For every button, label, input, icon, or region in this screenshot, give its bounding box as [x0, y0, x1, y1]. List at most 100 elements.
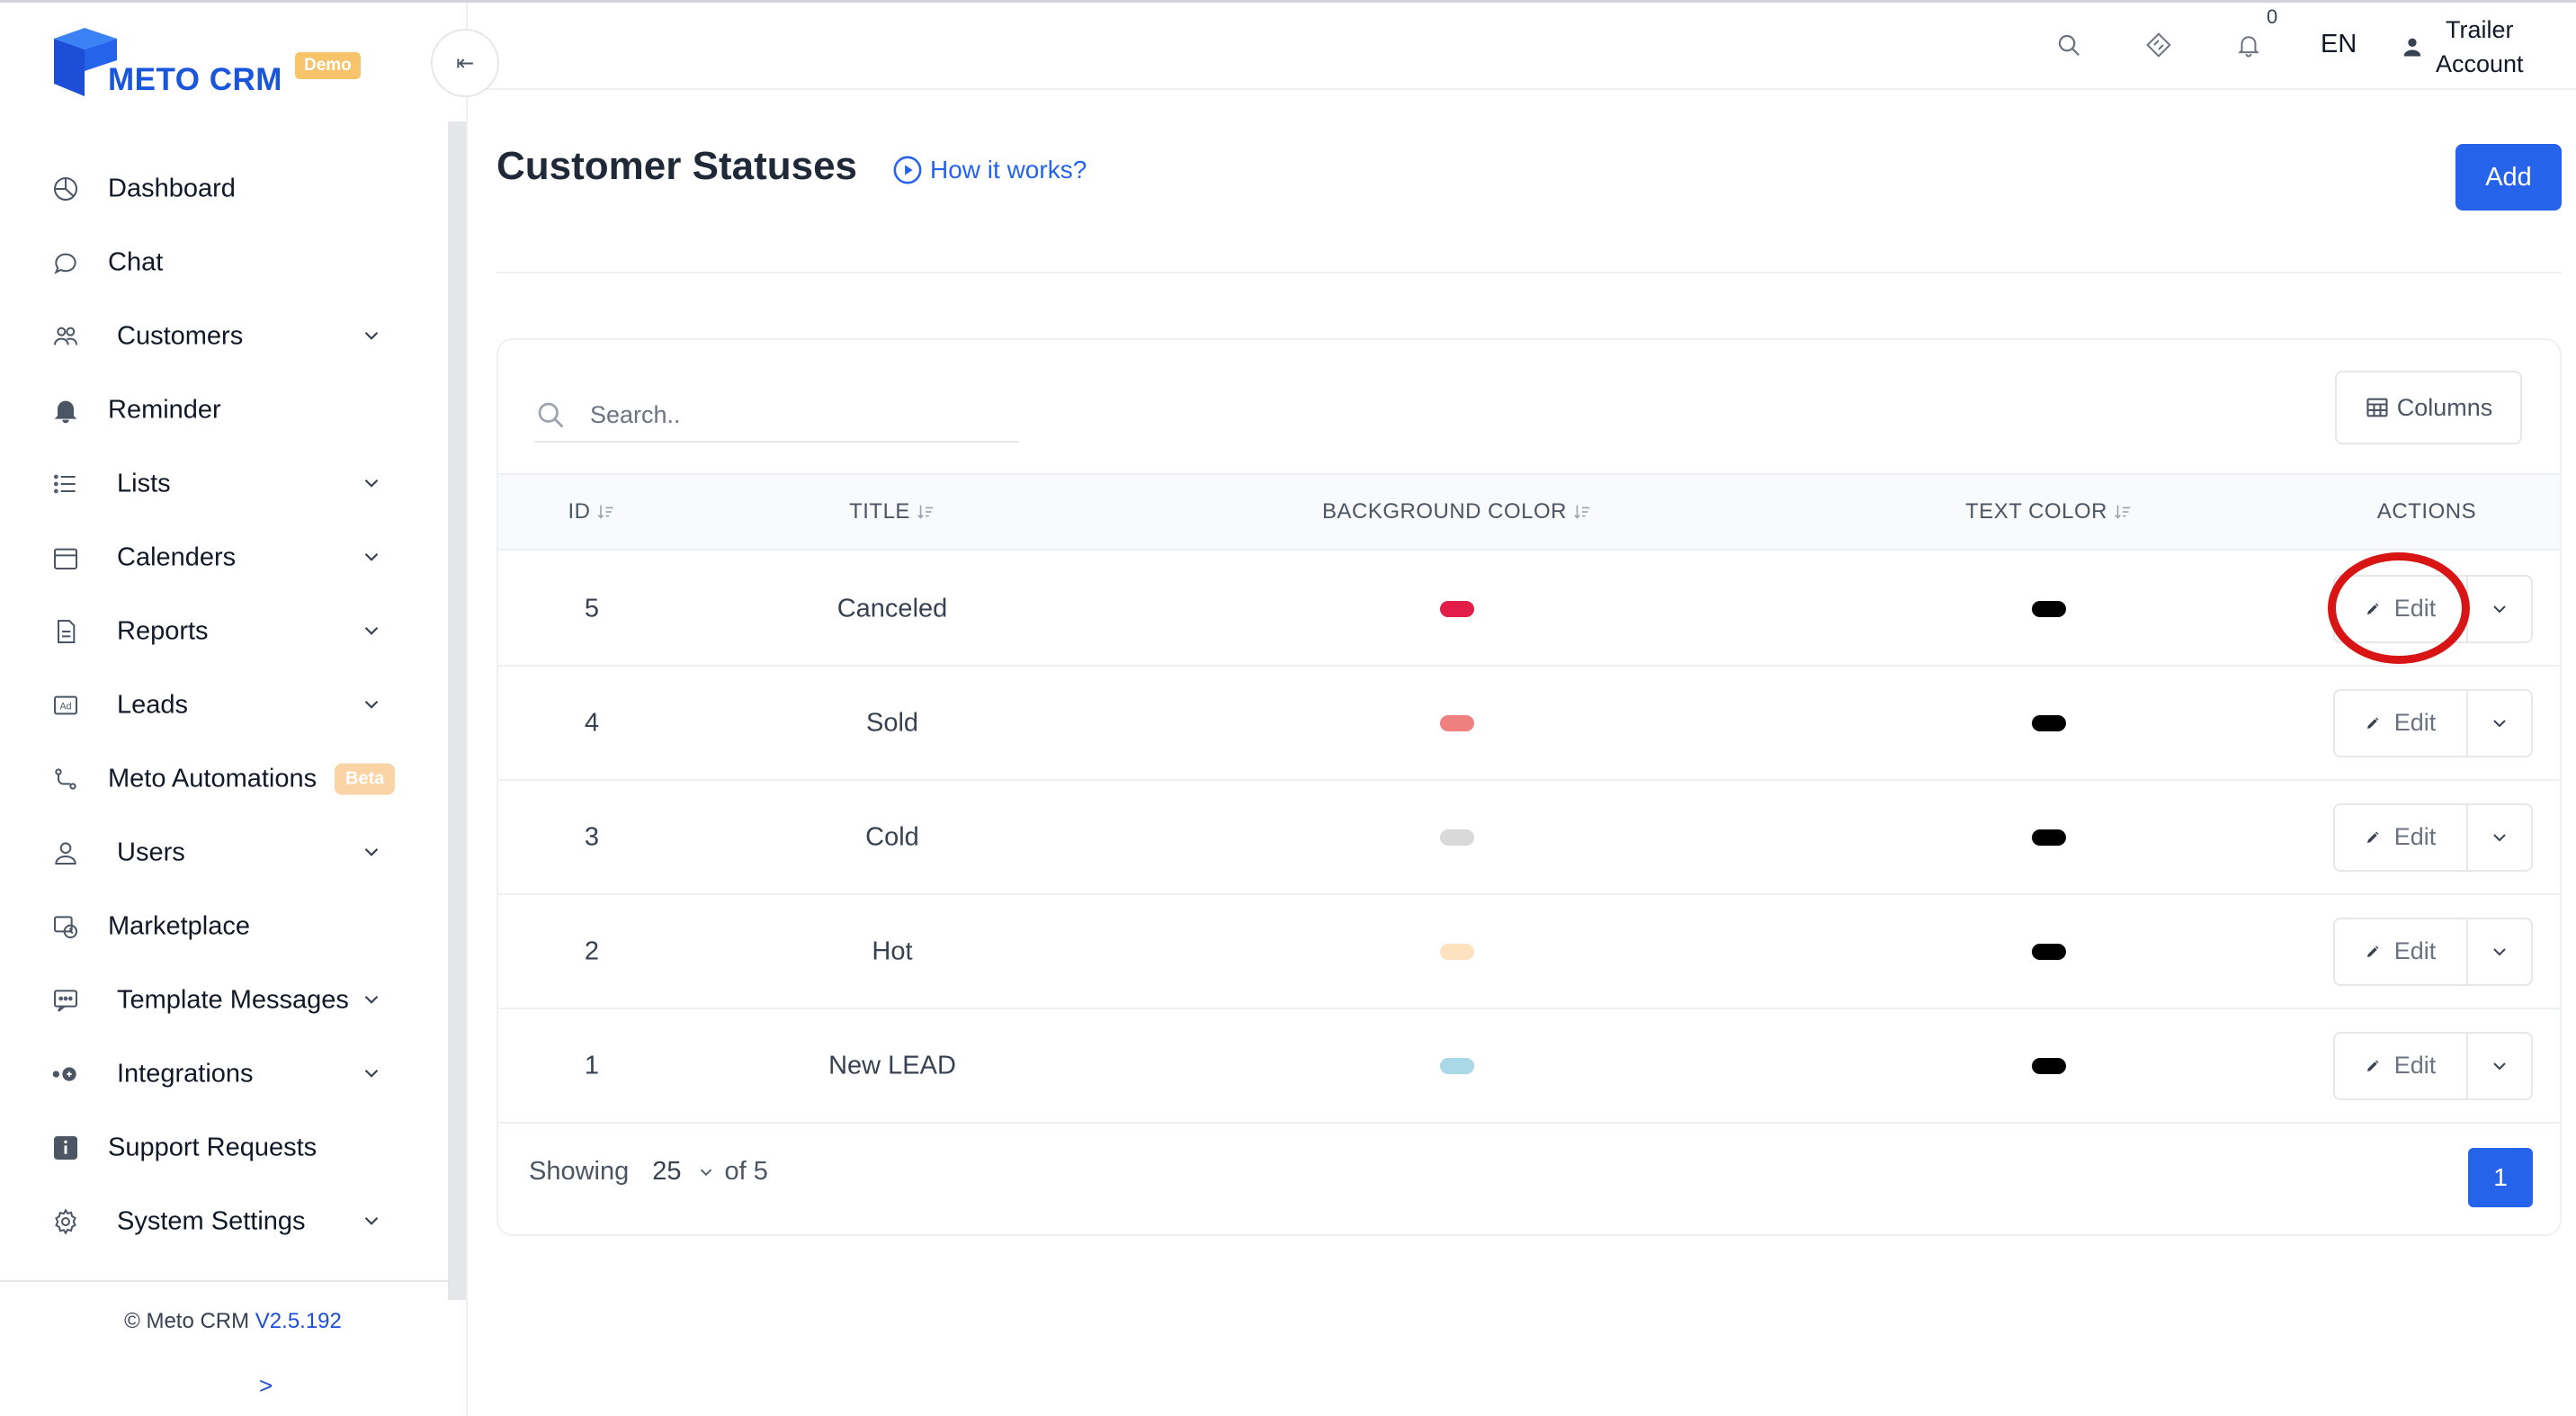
- columns-label: Columns: [2396, 393, 2493, 421]
- background-color-swatch: [1440, 600, 1474, 617]
- column-header-id[interactable]: ID: [568, 499, 616, 524]
- chevron-down-icon[interactable]: [360, 988, 385, 1013]
- sidebar-item-calenders[interactable]: Calenders: [0, 521, 423, 595]
- sidebar-expand-arrow[interactable]: >: [259, 1372, 273, 1400]
- account-name: Trailer Account: [2436, 13, 2524, 81]
- version-link[interactable]: V2.5.192: [255, 1309, 342, 1333]
- sidebar-item-label: Lists: [117, 469, 171, 498]
- total-count-label: of 5: [724, 1157, 768, 1186]
- edit-button[interactable]: Edit: [2335, 690, 2468, 756]
- how-it-works-link[interactable]: How it works?: [892, 155, 1087, 185]
- chevron-down-icon: [2493, 1062, 2506, 1070]
- sidebar-item-system-settings[interactable]: System Settings: [0, 1185, 423, 1259]
- cell-title: Canceled: [836, 594, 948, 623]
- chevron-down-icon[interactable]: [360, 619, 385, 644]
- text-color-swatch: [2032, 943, 2066, 960]
- text-color-swatch: [2032, 829, 2066, 846]
- collapse-sidebar-button[interactable]: ⇤: [431, 29, 499, 97]
- edit-button[interactable]: Edit: [2335, 804, 2468, 870]
- columns-button[interactable]: Columns: [2335, 371, 2522, 444]
- text-color-swatch: [2032, 714, 2066, 731]
- statuses-table-card: Columns ID TITLE BACKGROUND COLOR TEXT C…: [496, 338, 2562, 1236]
- background-color-swatch: [1440, 943, 1474, 960]
- actions-dropdown-toggle[interactable]: [2468, 1034, 2531, 1098]
- edit-label: Edit: [2393, 1052, 2437, 1079]
- sidebar-item-template-messages[interactable]: Template Messages: [0, 963, 423, 1037]
- sidebar-item-integrations[interactable]: Integrations: [0, 1037, 423, 1111]
- actions-dropdown-toggle[interactable]: [2468, 691, 2531, 756]
- sidebar-item-label: Users: [117, 838, 185, 867]
- row-actions: Edit: [2333, 917, 2533, 986]
- chevron-down-icon[interactable]: [360, 693, 385, 718]
- edit-button[interactable]: Edit: [2335, 1033, 2468, 1098]
- actions-dropdown-toggle[interactable]: [2468, 919, 2531, 984]
- chevron-down-icon[interactable]: [360, 471, 385, 497]
- header-divider: [468, 88, 2576, 90]
- background-color-swatch: [1440, 829, 1474, 846]
- search-input[interactable]: [590, 400, 986, 429]
- table-search: [534, 389, 1018, 443]
- sidebar-item-users[interactable]: Users: [0, 816, 423, 890]
- demo-badge: Demo: [295, 52, 361, 79]
- column-header-text-color[interactable]: TEXT COLOR: [1965, 499, 2133, 524]
- table-header: ID TITLE BACKGROUND COLOR TEXT COLOR ACT…: [498, 473, 2560, 551]
- sidebar-item-dashboard[interactable]: Dashboard: [0, 152, 423, 226]
- sidebar-item-label: Reminder: [108, 395, 221, 425]
- chevron-down-icon[interactable]: [696, 1162, 716, 1182]
- report-icon: [50, 616, 81, 647]
- chevron-down-icon[interactable]: [360, 545, 385, 570]
- user-icon: [50, 838, 81, 868]
- sidebar-item-reports[interactable]: Reports: [0, 595, 423, 668]
- sidebar-nav: Dashboard Chat Customers Reminder Lists Calen…: [0, 152, 423, 1259]
- edit-button[interactable]: Edit: [2335, 919, 2468, 984]
- play-circle-icon: [893, 156, 922, 184]
- diamond-apps-icon[interactable]: [2142, 29, 2175, 61]
- per-page-select[interactable]: 25: [652, 1157, 681, 1187]
- sidebar-item-support-requests[interactable]: Support Requests: [0, 1111, 423, 1185]
- collapse-arrow-icon: ⇤: [455, 50, 475, 76]
- calendar-icon: [50, 542, 81, 573]
- sidebar-item-meto-automations[interactable]: Meto Automations Beta: [0, 742, 423, 816]
- edit-button[interactable]: Edit: [2335, 576, 2468, 641]
- chevron-down-icon[interactable]: [360, 1209, 385, 1234]
- sidebar-item-lists[interactable]: Lists: [0, 447, 423, 521]
- table-row: 2 Hot Edit: [498, 895, 2560, 1009]
- row-actions: Edit: [2333, 688, 2533, 757]
- sidebar-item-chat[interactable]: Chat: [0, 226, 423, 300]
- column-header-background-color[interactable]: BACKGROUND COLOR: [1322, 499, 1592, 524]
- column-header-title[interactable]: TITLE: [849, 499, 935, 524]
- svg-text:Ad: Ad: [59, 702, 71, 712]
- edit-label: Edit: [2393, 823, 2437, 850]
- page-button-current[interactable]: 1: [2468, 1148, 2533, 1207]
- row-actions: Edit: [2333, 574, 2533, 643]
- chevron-down-icon[interactable]: [360, 1062, 385, 1087]
- template-icon: [50, 985, 81, 1016]
- notification-bell-icon[interactable]: [2232, 29, 2265, 61]
- chevron-down-icon[interactable]: [360, 324, 385, 349]
- column-header-background-color-label: BACKGROUND COLOR: [1321, 499, 1568, 524]
- pencil-icon: [2366, 1055, 2387, 1077]
- actions-dropdown-toggle[interactable]: [2468, 577, 2531, 641]
- account-menu[interactable]: Trailer Account: [2400, 13, 2524, 81]
- gear-icon: [50, 1206, 81, 1237]
- page-title: Customer Statuses: [496, 144, 858, 188]
- sidebar-item-label: Dashboard: [108, 174, 236, 203]
- table-row: 4 Sold Edit: [498, 667, 2560, 781]
- sidebar-item-label: Integrations: [117, 1059, 254, 1089]
- add-button[interactable]: Add: [2455, 144, 2562, 211]
- chevron-down-icon[interactable]: [360, 840, 385, 865]
- actions-dropdown-toggle[interactable]: [2468, 805, 2531, 870]
- sidebar-item-customers[interactable]: Customers: [0, 300, 423, 373]
- sidebar-item-marketplace[interactable]: Marketplace: [0, 890, 423, 963]
- ad-icon: Ad: [50, 690, 81, 721]
- cell-id: 3: [584, 822, 600, 851]
- search-icon[interactable]: [2053, 29, 2085, 61]
- automation-icon: [50, 764, 81, 794]
- sidebar-item-label: Calenders: [117, 542, 237, 572]
- sidebar-item-leads[interactable]: Ad Leads: [0, 668, 423, 742]
- title-divider: [496, 272, 2562, 273]
- language-selector[interactable]: EN: [2321, 30, 2357, 59]
- sidebar-item-reminder[interactable]: Reminder: [0, 373, 423, 447]
- brand-logo[interactable]: METO CRM Demo: [49, 22, 372, 103]
- sidebar-scrollbar[interactable]: [448, 121, 466, 1300]
